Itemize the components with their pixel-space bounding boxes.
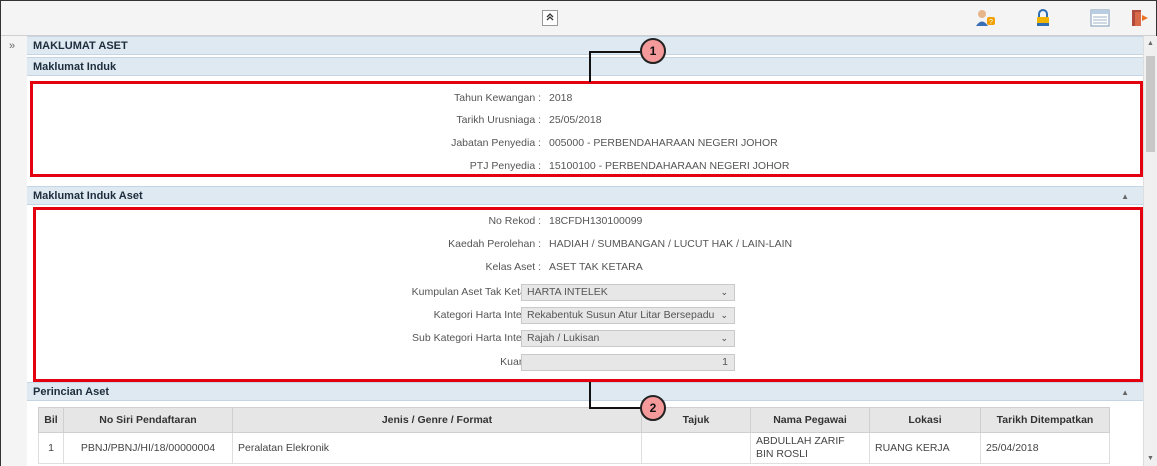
- lock-icon[interactable]: [1032, 8, 1054, 28]
- callout-line: [589, 51, 641, 53]
- column-header[interactable]: Lokasi: [869, 407, 981, 433]
- section-header-perincian-aset[interactable]: Perincian Aset ▲: [27, 382, 1143, 401]
- section-header-maklumat-induk-aset[interactable]: Maklumat Induk Aset ▲: [27, 186, 1143, 205]
- expand-sidebar-icon[interactable]: »: [9, 40, 15, 52]
- table-cell: RUANG KERJA: [869, 432, 981, 464]
- callout-badge-1: 1: [640, 38, 666, 64]
- panel-title-text: MAKLUMAT ASET: [33, 40, 128, 52]
- table-row[interactable]: 1 PBNJ/PBNJ/HI/18/00000004 Peralatan Ele…: [38, 432, 1110, 464]
- section-header-maklumat-induk[interactable]: Maklumat Induk: [27, 57, 1143, 76]
- vertical-scrollbar[interactable]: ▲ ▼: [1143, 36, 1157, 466]
- column-header[interactable]: Jenis / Genre / Format: [232, 407, 642, 433]
- svg-text:?: ?: [989, 19, 993, 26]
- app-window: ? » MAKLUMAT ASET Maklumat Induk Tahun K…: [0, 0, 1157, 466]
- section-title: Perincian Aset: [33, 386, 110, 398]
- table-header-row: Bil No Siri Pendaftaran Jenis / Genre / …: [38, 407, 1110, 433]
- column-header[interactable]: Bil: [38, 407, 64, 433]
- table-cell: 1: [38, 432, 64, 464]
- collapse-caret-icon[interactable]: ▲: [1121, 383, 1129, 402]
- table-cell: 25/04/2018: [980, 432, 1110, 464]
- table-cell: [641, 432, 751, 464]
- collapse-header-button[interactable]: [542, 10, 558, 26]
- callout-line: [589, 407, 641, 409]
- callout-badge-2: 2: [640, 395, 666, 421]
- double-chevron-up-icon: [546, 13, 554, 21]
- column-header[interactable]: Nama Pegawai: [750, 407, 870, 433]
- logout-icon[interactable]: [1129, 8, 1151, 28]
- highlight-box-2: [33, 207, 1143, 382]
- collapse-caret-icon[interactable]: ▲: [1121, 187, 1129, 206]
- callout-line: [589, 51, 591, 82]
- column-header[interactable]: Tarikh Ditempatkan: [980, 407, 1110, 433]
- scroll-thumb[interactable]: [1146, 56, 1155, 152]
- table-cell: Peralatan Elekronik: [232, 432, 642, 464]
- asset-detail-table: Bil No Siri Pendaftaran Jenis / Genre / …: [38, 407, 1110, 464]
- highlight-box-1: [30, 81, 1143, 177]
- table-view-icon[interactable]: [1089, 8, 1111, 28]
- top-toolbar: ?: [1, 1, 1156, 36]
- scroll-down-arrow-icon[interactable]: ▼: [1147, 455, 1154, 462]
- user-help-icon[interactable]: ?: [974, 8, 996, 28]
- callout-line: [589, 382, 591, 408]
- left-sidebar-strip: »: [1, 36, 28, 466]
- table-cell: PBNJ/PBNJ/HI/18/00000004: [63, 432, 233, 464]
- table-cell: ABDULLAH ZARIF BIN ROSLI: [750, 432, 870, 464]
- column-header[interactable]: No Siri Pendaftaran: [63, 407, 233, 433]
- section-title: Maklumat Induk: [33, 61, 117, 73]
- panel-title: MAKLUMAT ASET: [27, 36, 1143, 55]
- scroll-up-arrow-icon[interactable]: ▲: [1147, 40, 1154, 47]
- section-title: Maklumat Induk Aset: [33, 190, 143, 202]
